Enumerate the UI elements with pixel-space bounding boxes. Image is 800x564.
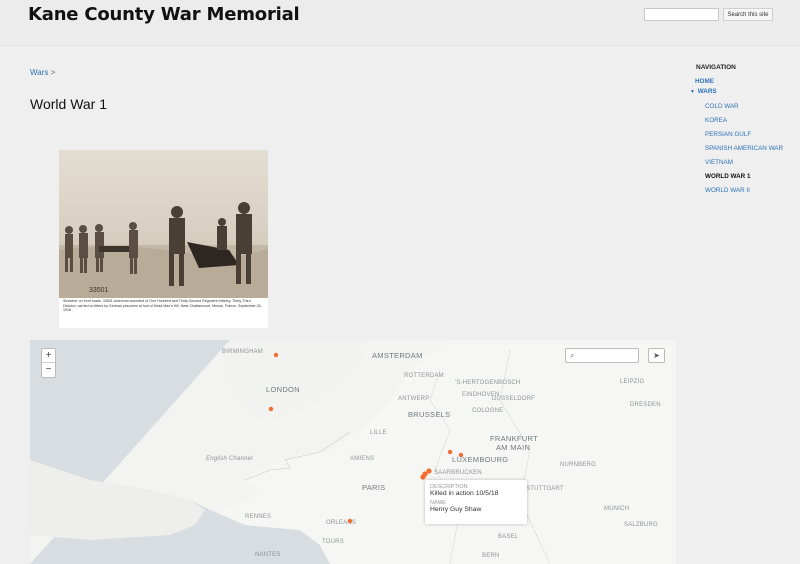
map-label-brussels: BRUSSELS bbox=[408, 410, 450, 419]
map-label-amiens: AMIENS bbox=[350, 456, 374, 462]
map-label-cologne: COLOGNE bbox=[472, 408, 503, 414]
map-label-saarbrucken: SAARBRUCKEN bbox=[434, 470, 482, 476]
photo-stamp: 33501 bbox=[89, 287, 109, 294]
zoom-out-button[interactable]: − bbox=[42, 363, 55, 377]
map-label-hertogenbosch: 'S-HERTOGENBOSCH bbox=[455, 380, 520, 386]
ww1-photo[interactable]: 33501 Stretcher on front roads. 33501 Am… bbox=[59, 150, 268, 328]
site-header: Kane County War Memorial Search this sit… bbox=[0, 0, 800, 46]
caret-down-icon: ▼ bbox=[690, 89, 695, 95]
sidebar-item-wars[interactable]: ▼ WARS bbox=[690, 88, 790, 96]
zoom-in-button[interactable]: + bbox=[42, 349, 55, 363]
map-label-nantes: NANTES bbox=[255, 552, 281, 558]
map-label-munich: MUNICH bbox=[604, 506, 629, 512]
map-label-frankfurt: FRANKFURT bbox=[490, 434, 538, 443]
breadcrumb-link-wars[interactable]: Wars bbox=[30, 68, 48, 77]
map-search-input[interactable]: ⌕ bbox=[565, 348, 639, 363]
magnifier-icon: ⌕ bbox=[570, 351, 575, 360]
map-label-antwerp: ANTWERP bbox=[398, 396, 429, 402]
sidebar-item-persian-gulf[interactable]: PERSIAN GULF bbox=[690, 131, 790, 139]
nav-heading: NAVIGATION bbox=[696, 64, 736, 71]
popup-description-value: Killed in action 10/5/18 bbox=[430, 490, 499, 497]
map-label-rennes: RENNES bbox=[245, 514, 271, 520]
sidebar-item-spanish-american-war[interactable]: SPANISH AMERICAN WAR bbox=[690, 145, 790, 153]
map-label-nurnberg: NURNBERG bbox=[560, 462, 596, 468]
map-label-bern: BERN bbox=[482, 553, 499, 559]
map-label-leipzig: LEIPZIG bbox=[620, 379, 645, 385]
map-marker[interactable] bbox=[273, 352, 279, 358]
sepia-photo-image: 33501 bbox=[59, 150, 268, 298]
map-label-rotterdam: ROTTERDAM bbox=[404, 373, 444, 379]
sidebar-item-vietnam[interactable]: VIETNAM bbox=[690, 159, 790, 167]
sidebar-item-world-war-1[interactable]: WORLD WAR 1 bbox=[690, 173, 790, 181]
map-marker[interactable] bbox=[447, 449, 453, 455]
map-marker[interactable] bbox=[426, 468, 432, 474]
photo-caption: Stretcher on front roads. 33501 American… bbox=[63, 299, 262, 313]
map-label-lille: LILLE bbox=[370, 430, 387, 436]
map-label-tours: TOURS bbox=[322, 539, 344, 545]
map-label-dusseldorf: DUSSELDORF bbox=[492, 396, 535, 402]
map-marker[interactable] bbox=[458, 452, 464, 458]
sidebar-item-home[interactable]: HOME bbox=[690, 78, 790, 86]
map-label-dresden: DRESDEN bbox=[630, 402, 661, 408]
site-title[interactable]: Kane County War Memorial bbox=[28, 4, 300, 25]
map-basemap: BIRMINGHAM LONDON AMSTERDAM ROTTERDAM 'S… bbox=[30, 340, 676, 564]
breadcrumb-separator: > bbox=[50, 68, 56, 77]
popup-name-value: Henry Guy Shaw bbox=[430, 506, 482, 513]
send-icon[interactable]: ➤ bbox=[648, 348, 665, 363]
map-label-stuttgart: STUTTGART bbox=[526, 486, 564, 492]
sidebar-item-korea[interactable]: KOREA bbox=[690, 117, 790, 125]
map-label-ammain: AM MAIN bbox=[496, 443, 530, 452]
sidebar-item-cold-war[interactable]: COLD WAR bbox=[690, 103, 790, 111]
map-label-paris: PARIS bbox=[362, 483, 385, 492]
map-label-birmingham: BIRMINGHAM bbox=[222, 349, 263, 355]
map-marker[interactable] bbox=[268, 406, 274, 412]
map-popup: DESCRIPTION Killed in action 10/5/18 NAM… bbox=[425, 480, 527, 524]
map-container[interactable]: BIRMINGHAM LONDON AMSTERDAM ROTTERDAM 'S… bbox=[30, 340, 676, 564]
zoom-control: + − bbox=[41, 348, 56, 378]
map-label-basel: BASEL bbox=[498, 534, 519, 540]
search-input[interactable] bbox=[644, 8, 719, 21]
map-marker[interactable] bbox=[420, 474, 426, 480]
map-label-english-channel: English Channel bbox=[206, 456, 253, 462]
breadcrumb: Wars > bbox=[30, 68, 55, 77]
map-marker[interactable] bbox=[347, 518, 353, 524]
sidebar-item-world-war-2[interactable]: WORLD WAR II bbox=[690, 187, 790, 195]
map-label-amsterdam: AMSTERDAM bbox=[372, 351, 423, 360]
map-label-salzburg: SALZBURG bbox=[624, 522, 658, 528]
sidebar-nav: HOME ▼ WARS COLD WAR KOREA PERSIAN GULF … bbox=[690, 78, 790, 201]
search-button[interactable]: Search this site bbox=[723, 8, 773, 21]
sidebar-item-label: WARS bbox=[697, 88, 717, 95]
map-label-london: LONDON bbox=[266, 385, 300, 394]
page-title: World War 1 bbox=[30, 96, 108, 112]
